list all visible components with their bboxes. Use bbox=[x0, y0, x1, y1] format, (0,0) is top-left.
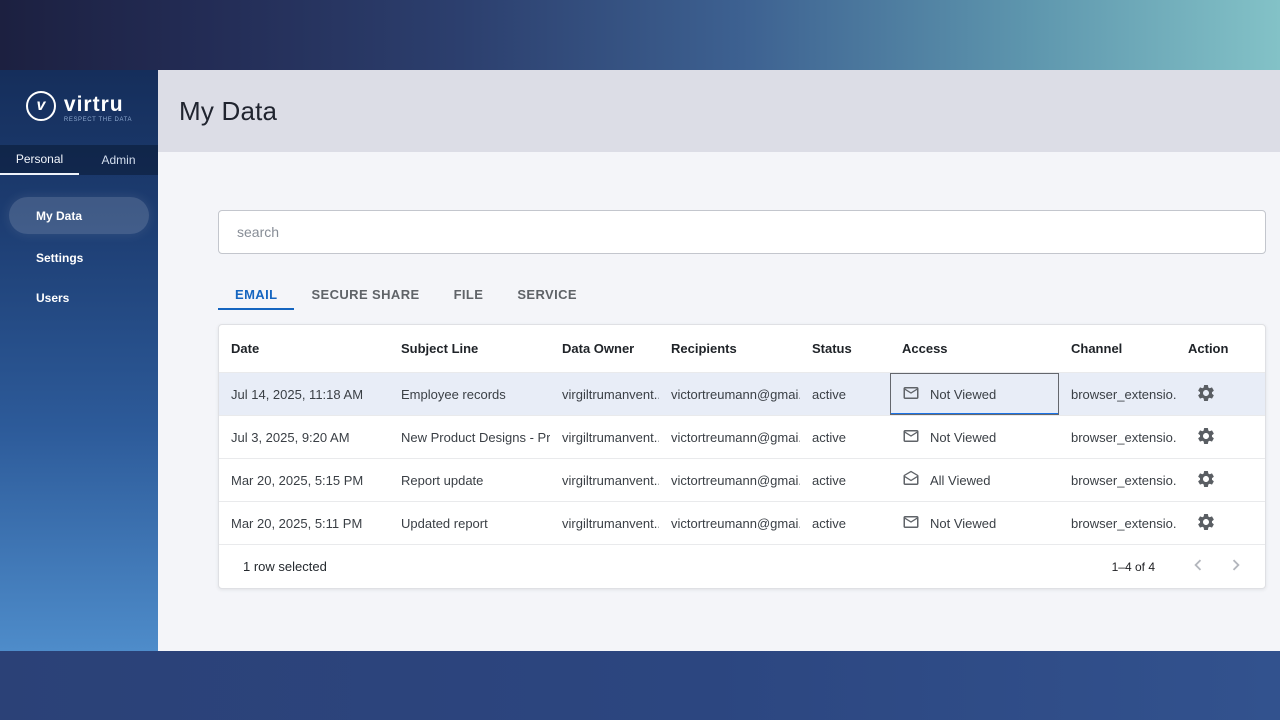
cell-status: active bbox=[800, 459, 890, 501]
cell-subject: Report update bbox=[389, 459, 550, 501]
pagination-range: 1–4 of 4 bbox=[1112, 560, 1155, 574]
chevron-right-icon bbox=[1225, 554, 1247, 579]
access-label: Not Viewed bbox=[930, 387, 996, 402]
col-header-channel: Channel bbox=[1059, 325, 1176, 372]
previous-page-button[interactable] bbox=[1179, 554, 1217, 579]
page-title: My Data bbox=[179, 96, 277, 127]
cell-recipients: victortreumann@gmai... bbox=[659, 373, 800, 415]
sidebar-nav: My Data Settings Users bbox=[0, 197, 158, 318]
sidebar-item-my-data[interactable]: My Data bbox=[9, 197, 149, 234]
cell-owner: virgiltrumanvent... bbox=[550, 502, 659, 544]
col-header-recipients: Recipients bbox=[659, 325, 800, 372]
cell-status: active bbox=[800, 502, 890, 544]
sidebar-item-settings[interactable]: Settings bbox=[0, 238, 158, 278]
cell-owner: virgiltrumanvent... bbox=[550, 373, 659, 415]
cell-status: active bbox=[800, 416, 890, 458]
mail-open-icon bbox=[902, 470, 920, 491]
cell-action bbox=[1176, 459, 1265, 501]
next-page-button[interactable] bbox=[1217, 554, 1255, 579]
cell-channel: browser_extensio... bbox=[1059, 459, 1176, 501]
table-footer: 1 row selected 1–4 of 4 bbox=[219, 544, 1265, 588]
virtru-logo-icon: v bbox=[26, 91, 56, 121]
col-header-date: Date bbox=[219, 325, 389, 372]
tab-email[interactable]: EMAIL bbox=[218, 281, 294, 310]
cell-action bbox=[1176, 373, 1265, 415]
table-row[interactable]: Jul 14, 2025, 11:18 AM Employee records … bbox=[219, 372, 1265, 415]
table-row[interactable]: Mar 20, 2025, 5:11 PM Updated report vir… bbox=[219, 501, 1265, 544]
access-label: All Viewed bbox=[930, 473, 990, 488]
brand-name: virtru bbox=[64, 93, 132, 116]
cell-access[interactable]: Not Viewed bbox=[890, 502, 1059, 544]
cell-action bbox=[1176, 416, 1265, 458]
cell-channel: browser_extensio... bbox=[1059, 373, 1176, 415]
row-settings-button[interactable] bbox=[1196, 512, 1216, 535]
row-settings-button[interactable] bbox=[1196, 426, 1216, 449]
cell-access[interactable]: All Viewed bbox=[890, 459, 1059, 501]
page-header: My Data bbox=[158, 70, 1280, 152]
cell-subject: New Product Designs - Pro... bbox=[389, 416, 550, 458]
table-header-row: Date Subject Line Data Owner Recipients … bbox=[219, 325, 1265, 372]
tab-secure-share[interactable]: SECURE SHARE bbox=[294, 281, 436, 310]
virtru-logo-initial: v bbox=[36, 98, 45, 114]
col-header-status: Status bbox=[800, 325, 890, 372]
gear-icon bbox=[1196, 512, 1216, 535]
access-label: Not Viewed bbox=[930, 516, 996, 531]
col-header-data-owner: Data Owner bbox=[550, 325, 659, 372]
gear-icon bbox=[1196, 469, 1216, 492]
bottom-gradient-banner bbox=[0, 651, 1280, 720]
pagination: 1–4 of 4 bbox=[1112, 554, 1255, 579]
cell-owner: virgiltrumanvent... bbox=[550, 416, 659, 458]
cell-date: Jul 14, 2025, 11:18 AM bbox=[219, 373, 389, 415]
data-table: Date Subject Line Data Owner Recipients … bbox=[218, 324, 1266, 589]
mail-closed-icon bbox=[902, 384, 920, 405]
cell-access[interactable]: Not Viewed bbox=[890, 416, 1059, 458]
cell-status: active bbox=[800, 373, 890, 415]
cell-date: Mar 20, 2025, 5:11 PM bbox=[219, 502, 389, 544]
mail-closed-icon bbox=[902, 427, 920, 448]
mail-closed-icon bbox=[902, 513, 920, 534]
gear-icon bbox=[1196, 383, 1216, 406]
virtru-logo: v virtru RESPECT THE DATA bbox=[0, 91, 158, 123]
tab-service[interactable]: SERVICE bbox=[500, 281, 594, 310]
cell-subject: Updated report bbox=[389, 502, 550, 544]
main-area: My Data EMAIL SECURE SHARE FILE SERVICE … bbox=[158, 70, 1280, 651]
cell-access[interactable]: Not Viewed bbox=[890, 373, 1059, 415]
top-gradient-banner bbox=[0, 0, 1280, 70]
sidebar-tab-bar: Personal Admin bbox=[0, 145, 158, 175]
search-input[interactable] bbox=[219, 211, 1265, 253]
chevron-left-icon bbox=[1187, 554, 1209, 579]
cell-date: Jul 3, 2025, 9:20 AM bbox=[219, 416, 389, 458]
col-header-action: Action bbox=[1176, 325, 1265, 372]
cell-recipients: victortreumann@gmai... bbox=[659, 416, 800, 458]
cell-owner: virgiltrumanvent... bbox=[550, 459, 659, 501]
cell-action bbox=[1176, 502, 1265, 544]
cell-channel: browser_extensio... bbox=[1059, 416, 1176, 458]
search-box bbox=[218, 210, 1266, 254]
cell-recipients: victortreumann@gmai... bbox=[659, 502, 800, 544]
tab-file[interactable]: FILE bbox=[437, 281, 501, 310]
cell-recipients: victortreumann@gmai... bbox=[659, 459, 800, 501]
table-row[interactable]: Jul 3, 2025, 9:20 AM New Product Designs… bbox=[219, 415, 1265, 458]
sidebar: v virtru RESPECT THE DATA Personal Admin… bbox=[0, 70, 158, 651]
cell-channel: browser_extensio... bbox=[1059, 502, 1176, 544]
col-header-subject-line: Subject Line bbox=[389, 325, 550, 372]
tab-personal[interactable]: Personal bbox=[0, 145, 79, 175]
tab-admin[interactable]: Admin bbox=[79, 145, 158, 175]
gear-icon bbox=[1196, 426, 1216, 449]
access-label: Not Viewed bbox=[930, 430, 996, 445]
cell-subject: Employee records bbox=[389, 373, 550, 415]
table-row[interactable]: Mar 20, 2025, 5:15 PM Report update virg… bbox=[219, 458, 1265, 501]
cell-date: Mar 20, 2025, 5:15 PM bbox=[219, 459, 389, 501]
selection-count: 1 row selected bbox=[243, 559, 327, 574]
col-header-access: Access bbox=[890, 325, 1059, 372]
row-settings-button[interactable] bbox=[1196, 383, 1216, 406]
brand-tagline: RESPECT THE DATA bbox=[64, 117, 132, 123]
data-type-tabs: EMAIL SECURE SHARE FILE SERVICE bbox=[218, 281, 1266, 310]
sidebar-item-users[interactable]: Users bbox=[0, 278, 158, 318]
row-settings-button[interactable] bbox=[1196, 469, 1216, 492]
